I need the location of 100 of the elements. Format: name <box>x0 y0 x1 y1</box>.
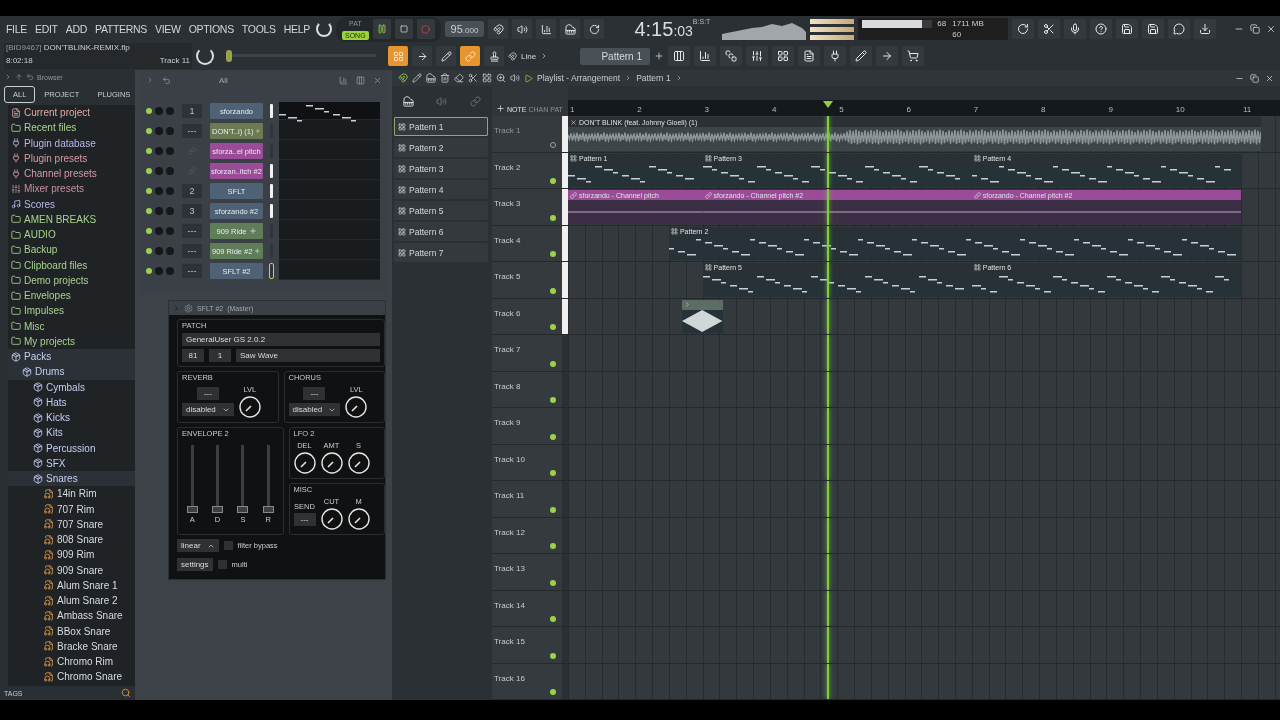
browser-item[interactable]: 707 Snare <box>8 516 135 532</box>
browser-item[interactable]: Impulses <box>8 303 135 319</box>
track-header[interactable]: Track 2 <box>492 152 562 188</box>
mixer-track-field[interactable]: --- <box>182 264 202 278</box>
browser-item[interactable]: Demo projects <box>8 272 135 288</box>
track-name[interactable]: Track 9 <box>494 418 521 427</box>
track-name[interactable]: Track 5 <box>494 272 521 281</box>
track-name[interactable]: Track 4 <box>494 235 521 245</box>
breadcrumb-item[interactable]: Pattern 1 <box>636 73 671 83</box>
browser-item[interactable]: Drums <box>8 364 135 380</box>
browser-item[interactable]: AUDIO <box>8 227 135 243</box>
browser-item[interactable]: 909 Rim <box>8 547 135 563</box>
track-header[interactable]: Track 11 <box>492 481 562 517</box>
curve-dropdown[interactable]: linear <box>177 539 219 552</box>
track-name[interactable]: Track 7 <box>494 345 521 354</box>
browser-item[interactable]: Kits <box>8 425 135 441</box>
track-header[interactable]: Track 8 <box>492 371 562 407</box>
browser-item[interactable]: Misc <box>8 318 135 334</box>
menu-item[interactable]: HELP <box>281 23 312 35</box>
track-header[interactable]: Track 3 <box>492 189 562 225</box>
browser-item[interactable]: 14in Rim <box>8 486 135 502</box>
send-field[interactable]: --- <box>293 512 316 526</box>
track-header[interactable]: Track 15 <box>492 627 562 663</box>
menu-item[interactable]: PATTERNS <box>93 23 150 35</box>
browser-item[interactable]: Chromo Snare <box>8 669 135 685</box>
pattern-item[interactable]: Pattern 1 <box>394 117 488 136</box>
track-name[interactable]: Track 1 <box>494 126 521 135</box>
browser-item[interactable]: 808 Snare <box>8 532 135 548</box>
browser-item[interactable]: SFX <box>8 455 135 471</box>
menu-item[interactable]: TOOLS <box>239 23 278 35</box>
value-field[interactable]: --- <box>196 387 219 400</box>
track-header[interactable]: Track 14 <box>492 590 562 626</box>
menu-item[interactable]: OPTIONS <box>186 23 236 35</box>
track-header[interactable]: Track 13 <box>492 554 562 590</box>
track-name[interactable]: Track 3 <box>494 199 521 208</box>
browser-item[interactable]: Bracke Snare <box>8 638 135 654</box>
browser-item[interactable]: Alum Snare 1 <box>8 577 135 593</box>
mode-dropdown[interactable]: disabled <box>182 403 234 416</box>
browser-item[interactable]: Backup <box>8 242 135 258</box>
pattern-item[interactable]: Pattern 6 <box>394 222 488 241</box>
menu-item[interactable]: ADD <box>63 23 89 35</box>
track-name[interactable]: Track 12 <box>494 527 525 537</box>
tempo-field[interactable]: 95.000 <box>444 21 485 37</box>
menu-item[interactable]: EDIT <box>33 23 60 35</box>
browser-item[interactable]: Envelopes <box>8 288 135 304</box>
track-header[interactable]: Track 6 <box>492 298 562 334</box>
track-header[interactable]: Track 12 <box>492 517 562 553</box>
track-header[interactable]: Track 9 <box>492 408 562 444</box>
browser-item[interactable]: Plugin database <box>8 135 135 151</box>
track-name[interactable]: Track 6 <box>494 308 521 318</box>
track-name[interactable]: Track 10 <box>494 454 525 464</box>
browser-item[interactable]: Cymbals <box>8 379 135 395</box>
track-name[interactable]: Track 11 <box>494 491 525 500</box>
browser-item[interactable]: Alum Snare 2 <box>8 593 135 609</box>
browser-item[interactable]: Chromo Rim <box>8 654 135 670</box>
track-name[interactable]: Track 14 <box>494 600 525 610</box>
browser-item[interactable]: Packs <box>8 349 135 365</box>
pattern-item[interactable]: Pattern 2 <box>394 138 488 157</box>
browser-item[interactable]: My projects <box>8 333 135 349</box>
browser-item[interactable]: BBox Snare <box>8 623 135 639</box>
program-field[interactable]: 1 <box>209 349 231 362</box>
menu-item[interactable]: VIEW <box>153 23 183 35</box>
browser-item[interactable]: Clipboard files <box>8 257 135 273</box>
track-header[interactable]: Track 10 <box>492 444 562 480</box>
browser-item[interactable]: 909 Snare <box>8 562 135 578</box>
pattern-selector[interactable]: Pattern 1 <box>580 47 650 65</box>
mixer-track-field[interactable]: 2 <box>182 184 202 198</box>
track-header[interactable]: Track 1 <box>492 116 562 152</box>
track-name[interactable]: Track 13 <box>494 564 525 573</box>
browser-item[interactable]: Hats <box>8 394 135 410</box>
track-header[interactable]: Track 4 <box>492 225 562 261</box>
mixer-track-field[interactable]: --- <box>182 244 202 258</box>
browser-item[interactable]: Percussion <box>8 440 135 456</box>
browser-item[interactable]: AMEN BREAKS <box>8 211 135 227</box>
bank-field[interactable]: 81 <box>182 349 204 362</box>
browser-item[interactable]: Current project <box>8 105 135 121</box>
browser-item[interactable]: Mixer presets <box>8 181 135 197</box>
track-name[interactable]: Track 15 <box>494 637 525 646</box>
pattern-item[interactable]: Pattern 7 <box>394 243 488 262</box>
browser-item[interactable]: 707 Rim <box>8 501 135 517</box>
browser-item[interactable]: Recent files <box>8 120 135 136</box>
track-header[interactable]: Track 16 <box>492 663 562 699</box>
value-field[interactable]: --- <box>303 387 326 400</box>
channel-filter[interactable]: All <box>219 75 228 85</box>
mixer-track-field[interactable]: --- <box>182 224 202 238</box>
mixer-track-field[interactable]: 3 <box>182 204 202 218</box>
browser-item[interactable]: Scores <box>8 196 135 212</box>
browser-item[interactable]: Ambass Snare <box>8 608 135 624</box>
track-name[interactable]: Track 8 <box>494 381 521 391</box>
mode-dropdown[interactable]: disabled <box>288 403 341 416</box>
soundfont-field[interactable]: GeneralUser GS 2.0.2 <box>182 333 380 346</box>
track-name[interactable]: Track 16 <box>494 673 525 683</box>
pattern-item[interactable]: Pattern 4 <box>394 180 488 199</box>
settings-button[interactable]: settings <box>177 558 213 571</box>
track-name[interactable]: Track 2 <box>494 162 521 172</box>
mixer-track-field[interactable]: 1 <box>182 104 202 118</box>
browser-item[interactable]: Kicks <box>8 410 135 426</box>
browser-item[interactable]: Plugin presets <box>8 150 135 166</box>
menu-item[interactable]: FILE <box>4 23 29 35</box>
browser-item[interactable]: Channel presets <box>8 166 135 182</box>
